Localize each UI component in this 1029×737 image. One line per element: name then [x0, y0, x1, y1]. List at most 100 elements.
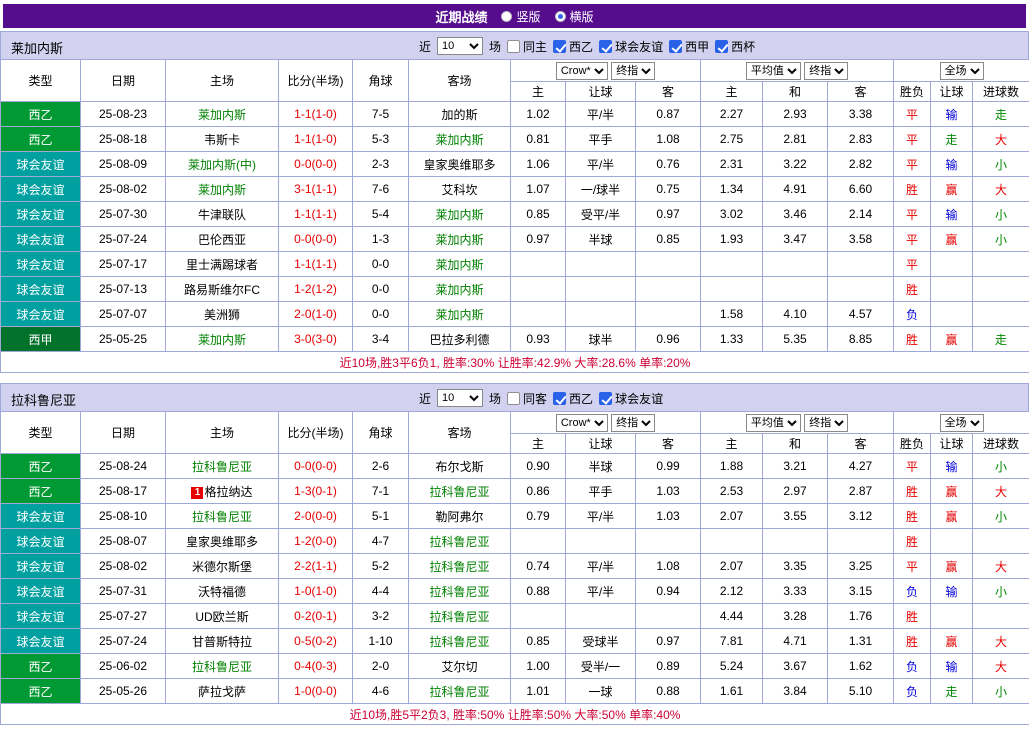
corner-count: 1-3	[353, 227, 409, 252]
league-filter-球会友谊[interactable]: 球会友谊	[599, 38, 663, 55]
col-result-handicap: 让球	[931, 434, 973, 454]
checkbox-checked-icon[interactable]	[599, 40, 612, 53]
average-select[interactable]: 平均值	[746, 414, 801, 432]
league-filter-西乙[interactable]: 西乙	[553, 390, 593, 407]
avg-draw: 2.97	[763, 479, 828, 504]
odds-home: 0.79	[511, 504, 566, 529]
col-type: 类型	[1, 60, 81, 102]
final-index-select[interactable]: 终指	[611, 62, 655, 80]
league-filter-西杯[interactable]: 西杯	[715, 38, 755, 55]
bookmaker-select[interactable]: Crow*	[556, 62, 608, 80]
away-team: 莱加内斯	[409, 227, 511, 252]
corner-count: 5-1	[353, 504, 409, 529]
match-date: 25-08-02	[81, 554, 166, 579]
checkbox-unchecked-icon[interactable]	[507, 392, 520, 405]
match-count-select[interactable]: 10	[437, 389, 483, 407]
odds-home: 0.93	[511, 327, 566, 352]
result-winloss: 平	[894, 252, 931, 277]
col-date: 日期	[81, 412, 166, 454]
result-goals: 大	[973, 127, 1029, 152]
league-type: 西乙	[1, 654, 81, 679]
fulltime-group: 全场	[894, 60, 1029, 82]
result-winloss: 平	[894, 202, 931, 227]
checkbox-checked-icon[interactable]	[553, 392, 566, 405]
topbar: 近期战绩 竖版 横版	[3, 4, 1026, 28]
checkbox-unchecked-icon[interactable]	[507, 40, 520, 53]
odds-away: 0.76	[636, 152, 701, 177]
checkbox-checked-icon[interactable]	[715, 40, 728, 53]
away-team: 莱加内斯	[409, 252, 511, 277]
average-select[interactable]: 平均值	[746, 62, 801, 80]
same-venue-filter[interactable]: 同客	[507, 390, 547, 407]
odds-home: 1.07	[511, 177, 566, 202]
result-handicap	[931, 604, 973, 629]
home-team: 莱加内斯	[166, 327, 279, 352]
final-index-select-2[interactable]: 终指	[804, 62, 848, 80]
odds-away: 0.88	[636, 679, 701, 704]
col-corner: 角球	[353, 412, 409, 454]
match-date: 25-07-31	[81, 579, 166, 604]
average-group: 平均值 终指	[701, 412, 894, 434]
result-winloss: 胜	[894, 177, 931, 202]
match-date: 25-08-02	[81, 177, 166, 202]
home-team: 拉科鲁尼亚	[166, 654, 279, 679]
avg-home: 2.07	[701, 504, 763, 529]
checkbox-checked-icon[interactable]	[553, 40, 566, 53]
col-result-handicap: 让球	[931, 82, 973, 102]
match-count-select[interactable]: 10	[437, 37, 483, 55]
checkbox-checked-icon[interactable]	[669, 40, 682, 53]
league-filter-label: 西甲	[685, 38, 709, 55]
fulltime-select[interactable]: 全场	[940, 414, 984, 432]
col-avg-draw: 和	[763, 82, 828, 102]
same-venue-filter[interactable]: 同主	[507, 38, 547, 55]
home-team: 韦斯卡	[166, 127, 279, 152]
odds-home: 0.97	[511, 227, 566, 252]
match-row: 西甲25-05-25莱加内斯3-0(3-0)3-4巴拉多利德0.93球半0.96…	[1, 327, 1029, 352]
result-handicap	[931, 252, 973, 277]
avg-draw: 4.71	[763, 629, 828, 654]
away-team: 拉科鲁尼亚	[409, 579, 511, 604]
near-label: 近	[419, 390, 431, 407]
radio-vertical-layout[interactable]: 竖版	[501, 8, 540, 25]
odds-away	[636, 529, 701, 554]
result-goals: 大	[973, 654, 1029, 679]
league-filter-label: 球会友谊	[615, 390, 663, 407]
avg-away: 4.57	[828, 302, 894, 327]
avg-home: 3.02	[701, 202, 763, 227]
final-index-select[interactable]: 终指	[611, 414, 655, 432]
radio-selected-icon[interactable]	[555, 11, 566, 22]
league-type: 西乙	[1, 679, 81, 704]
result-winloss: 胜	[894, 504, 931, 529]
avg-home: 2.27	[701, 102, 763, 127]
checkbox-checked-icon[interactable]	[599, 392, 612, 405]
col-odds-away: 客	[636, 434, 701, 454]
odds-handicap: 平/半	[566, 152, 636, 177]
bookmaker-select[interactable]: Crow*	[556, 414, 608, 432]
radio-unselected-icon[interactable]	[501, 11, 512, 22]
corner-count: 0-0	[353, 277, 409, 302]
score-halftime: 3-0(3-0)	[279, 327, 353, 352]
league-filter-西甲[interactable]: 西甲	[669, 38, 709, 55]
results-table: 类型 日期 主场 比分(半场) 角球 客场 Crow* 终指 平均值 终指	[0, 411, 1029, 725]
league-filter-球会友谊[interactable]: 球会友谊	[599, 390, 663, 407]
result-handicap: 赢	[931, 554, 973, 579]
result-winloss: 负	[894, 302, 931, 327]
league-type: 球会友谊	[1, 604, 81, 629]
odds-handicap: 平手	[566, 127, 636, 152]
avg-home: 1.34	[701, 177, 763, 202]
average-group: 平均值 终指	[701, 60, 894, 82]
league-type: 球会友谊	[1, 554, 81, 579]
col-odds-handicap: 让球	[566, 82, 636, 102]
radio-horizontal-layout[interactable]: 横版	[555, 8, 594, 25]
final-index-select-2[interactable]: 终指	[804, 414, 848, 432]
result-goals: 小	[973, 504, 1029, 529]
fulltime-select[interactable]: 全场	[940, 62, 984, 80]
result-goals	[973, 529, 1029, 554]
avg-home	[701, 529, 763, 554]
avg-home: 7.81	[701, 629, 763, 654]
avg-home: 1.61	[701, 679, 763, 704]
result-goals: 小	[973, 679, 1029, 704]
result-handicap: 输	[931, 654, 973, 679]
league-filter-西乙[interactable]: 西乙	[553, 38, 593, 55]
home-team: 萨拉戈萨	[166, 679, 279, 704]
